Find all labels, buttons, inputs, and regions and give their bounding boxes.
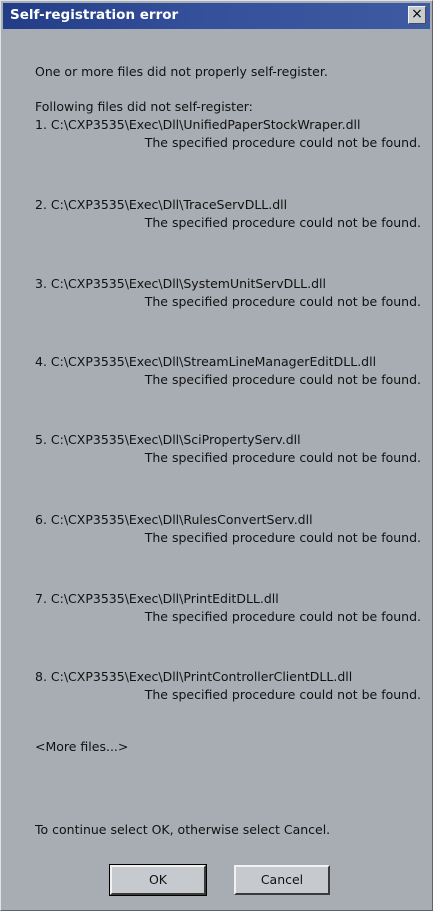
more-files-text: <More files...>: [35, 739, 129, 754]
ok-button[interactable]: OK: [109, 864, 207, 896]
failed-file-reason: The specified procedure could not be fou…: [144, 135, 421, 150]
title-bar[interactable]: Self-registration error ×: [3, 3, 430, 29]
failed-file-path: 1. C:\CXP3535\Exec\Dll\UnifiedPaperStock…: [35, 117, 361, 132]
failed-file-path: 4. C:\CXP3535\Exec\Dll\StreamLineManager…: [35, 354, 377, 369]
footer-instruction: To continue select OK, otherwise select …: [35, 822, 331, 837]
failed-file-reason: The specified procedure could not be fou…: [144, 450, 421, 465]
failed-file-path: 6. C:\CXP3535\Exec\Dll\RulesConvertServ.…: [35, 512, 313, 527]
intro-text: One or more files did not properly self-…: [35, 64, 328, 79]
failed-file-reason: The specified procedure could not be fou…: [144, 215, 421, 230]
failed-file-reason: The specified procedure could not be fou…: [144, 609, 421, 624]
failed-file-path: 3. C:\CXP3535\Exec\Dll\SystemUnitServDLL…: [35, 276, 326, 291]
close-icon: ×: [411, 6, 423, 22]
failed-file-path: 2. C:\CXP3535\Exec\Dll\TraceServDLL.dll: [35, 197, 288, 212]
failed-file-reason: The specified procedure could not be fou…: [144, 687, 421, 702]
cancel-button[interactable]: Cancel: [234, 865, 330, 895]
self-registration-error-dialog: Self-registration error × One or more fi…: [0, 0, 433, 911]
failed-file-reason: The specified procedure could not be fou…: [144, 530, 421, 545]
failed-file-path: 5. C:\CXP3535\Exec\Dll\SciPropertyServ.d…: [35, 432, 301, 447]
dialog-title: Self-registration error: [10, 7, 179, 23]
list-header-text: Following files did not self-register:: [35, 99, 253, 114]
close-button[interactable]: ×: [408, 6, 426, 24]
failed-file-path: 7. C:\CXP3535\Exec\Dll\PrintEditDLL.dll: [35, 591, 279, 606]
failed-file-reason: The specified procedure could not be fou…: [144, 372, 421, 387]
failed-file-path: 8. C:\CXP3535\Exec\Dll\PrintControllerCl…: [35, 669, 353, 684]
dialog-body: One or more files did not properly self-…: [1, 29, 432, 910]
failed-file-reason: The specified procedure could not be fou…: [144, 294, 421, 309]
